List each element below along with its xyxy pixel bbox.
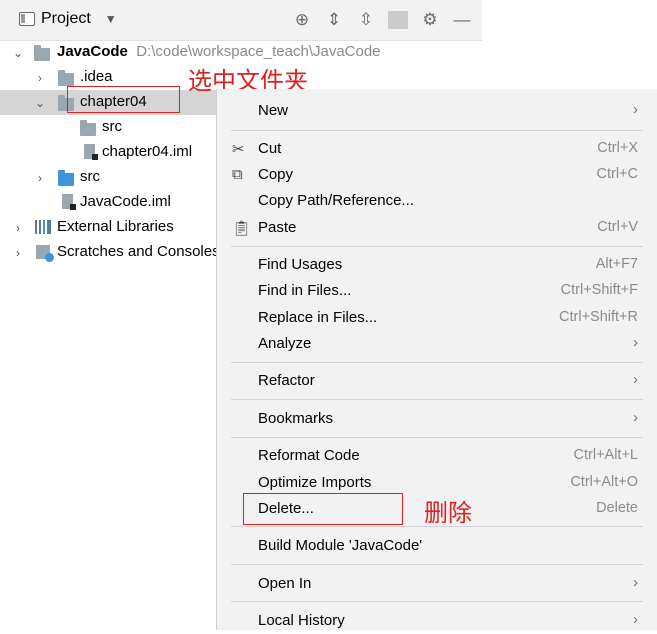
clipboard-icon: 📋︎ [232, 220, 252, 237]
menu-label: Open In [258, 575, 312, 592]
menu-label: Reformat Code [258, 447, 360, 464]
shortcut-label: Ctrl+Shift+R [559, 309, 638, 325]
shortcut-label: Ctrl+X [597, 140, 638, 156]
menu-item-paste[interactable]: 📋︎ Paste Ctrl+V [217, 215, 657, 241]
menu-separator [231, 246, 643, 247]
chevron-right-icon[interactable]: › [12, 246, 24, 260]
menu-item-refactor[interactable]: Refactor › [217, 368, 657, 394]
menu-item-bookmarks[interactable]: Bookmarks › [217, 406, 657, 432]
minimize-icon[interactable]: — [452, 10, 472, 30]
tree-label: src [80, 168, 100, 185]
menu-label: Find in Files... [258, 282, 352, 299]
folder-icon [58, 70, 74, 86]
expand-all-icon[interactable]: ⇕ [324, 10, 344, 30]
menu-separator [231, 362, 643, 363]
chevron-right-icon: › [633, 611, 638, 628]
menu-separator [231, 601, 643, 602]
project-header: Project ▼ ⊕ ⇕ ⇳ ⚙ — [0, 0, 482, 41]
source-folder-icon [58, 170, 74, 186]
root-name: JavaCode [57, 43, 128, 60]
iml-file-icon [62, 194, 76, 210]
chevron-right-icon: › [633, 334, 638, 351]
project-title: Project [41, 10, 91, 27]
chevron-right-icon[interactable]: › [34, 71, 46, 85]
menu-item-copy-path[interactable]: Copy Path/Reference... [217, 188, 657, 214]
shortcut-label: Ctrl+Alt+L [573, 447, 638, 463]
chevron-right-icon[interactable]: › [12, 221, 24, 235]
copy-icon: ⧉ [232, 166, 243, 183]
chevron-right-icon: › [633, 409, 638, 426]
menu-item-reformat-code[interactable]: Reformat Code Ctrl+Alt+L [217, 443, 657, 469]
menu-label: Optimize Imports [258, 474, 372, 491]
scratches-icon [36, 245, 54, 262]
project-window-icon [19, 12, 35, 26]
menu-item-copy[interactable]: ⧉ Copy Ctrl+C [217, 162, 657, 188]
menu-label: Copy [258, 166, 294, 183]
menu-label: Bookmarks [258, 410, 334, 427]
divider [388, 11, 408, 29]
highlight-box-delete [243, 493, 403, 525]
tree-label: src [102, 118, 122, 135]
locate-icon[interactable]: ⊕ [292, 10, 312, 30]
shortcut-label: Alt+F7 [595, 256, 638, 272]
menu-label: Local History [258, 612, 345, 629]
menu-item-open-in[interactable]: Open In › [217, 571, 657, 597]
menu-label: Paste [258, 219, 297, 236]
menu-item-find-in-files[interactable]: Find in Files... Ctrl+Shift+F [217, 278, 657, 304]
menu-label: New [258, 102, 289, 119]
tree-label: JavaCode.iml [80, 193, 171, 210]
chevron-down-icon[interactable]: ⌄ [34, 96, 46, 110]
collapse-all-icon[interactable]: ⇳ [356, 10, 376, 30]
iml-file-icon [84, 144, 98, 160]
tree-label: .idea [80, 68, 113, 85]
library-icon [35, 220, 51, 234]
module-folder-icon [34, 45, 50, 61]
shortcut-label: Ctrl+V [597, 219, 638, 235]
menu-separator [231, 437, 643, 438]
shortcut-label: Ctrl+Shift+F [560, 282, 638, 298]
chevron-down-icon[interactable]: ⌄ [12, 46, 24, 60]
menu-label: Build Module 'JavaCode' [258, 537, 423, 554]
menu-item-build-module[interactable]: Build Module 'JavaCode' [217, 533, 657, 559]
root-path: D:\code\workspace_teach\JavaCode [136, 43, 381, 60]
menu-label: Refactor [258, 372, 315, 389]
tree-label: External Libraries [57, 218, 174, 235]
menu-item-analyze[interactable]: Analyze › [217, 331, 657, 357]
highlight-box-chapter04 [67, 86, 180, 113]
scissors-icon: ✂ [232, 141, 245, 158]
menu-label: Cut [258, 140, 282, 157]
tree-label: Scratches and Consoles [57, 243, 220, 260]
menu-separator [231, 130, 643, 131]
shortcut-label: Ctrl+Alt+O [570, 474, 638, 490]
menu-item-new[interactable]: New › [217, 98, 657, 124]
project-view-selector[interactable]: Project ▼ [19, 10, 117, 28]
menu-label: Analyze [258, 335, 312, 352]
tree-label: chapter04.iml [102, 143, 193, 160]
menu-label: Replace in Files... [258, 309, 378, 326]
chevron-right-icon: › [633, 371, 638, 388]
menu-item-cut[interactable]: ✂ Cut Ctrl+X [217, 136, 657, 162]
menu-item-find-usages[interactable]: Find Usages Alt+F7 [217, 252, 657, 278]
menu-label: Find Usages [258, 256, 343, 273]
folder-icon [80, 120, 96, 136]
shortcut-label: Delete [596, 500, 638, 516]
chevron-right-icon: › [633, 574, 638, 591]
menu-item-replace-in-files[interactable]: Replace in Files... Ctrl+Shift+R [217, 305, 657, 331]
gear-icon[interactable]: ⚙ [420, 10, 440, 30]
annotation-delete: 删除 [424, 499, 472, 527]
menu-item-local-history[interactable]: Local History › [217, 608, 657, 634]
chevron-right-icon: › [633, 101, 638, 118]
shortcut-label: Ctrl+C [596, 166, 639, 182]
menu-separator [231, 564, 643, 565]
menu-separator [231, 399, 643, 400]
context-menu: New › ✂ Cut Ctrl+X ⧉ Copy Ctrl+C Copy Pa… [216, 89, 657, 630]
menu-label: Copy Path/Reference... [258, 192, 414, 209]
chevron-down-icon[interactable]: ▼ [105, 12, 117, 26]
chevron-right-icon[interactable]: › [34, 171, 46, 185]
